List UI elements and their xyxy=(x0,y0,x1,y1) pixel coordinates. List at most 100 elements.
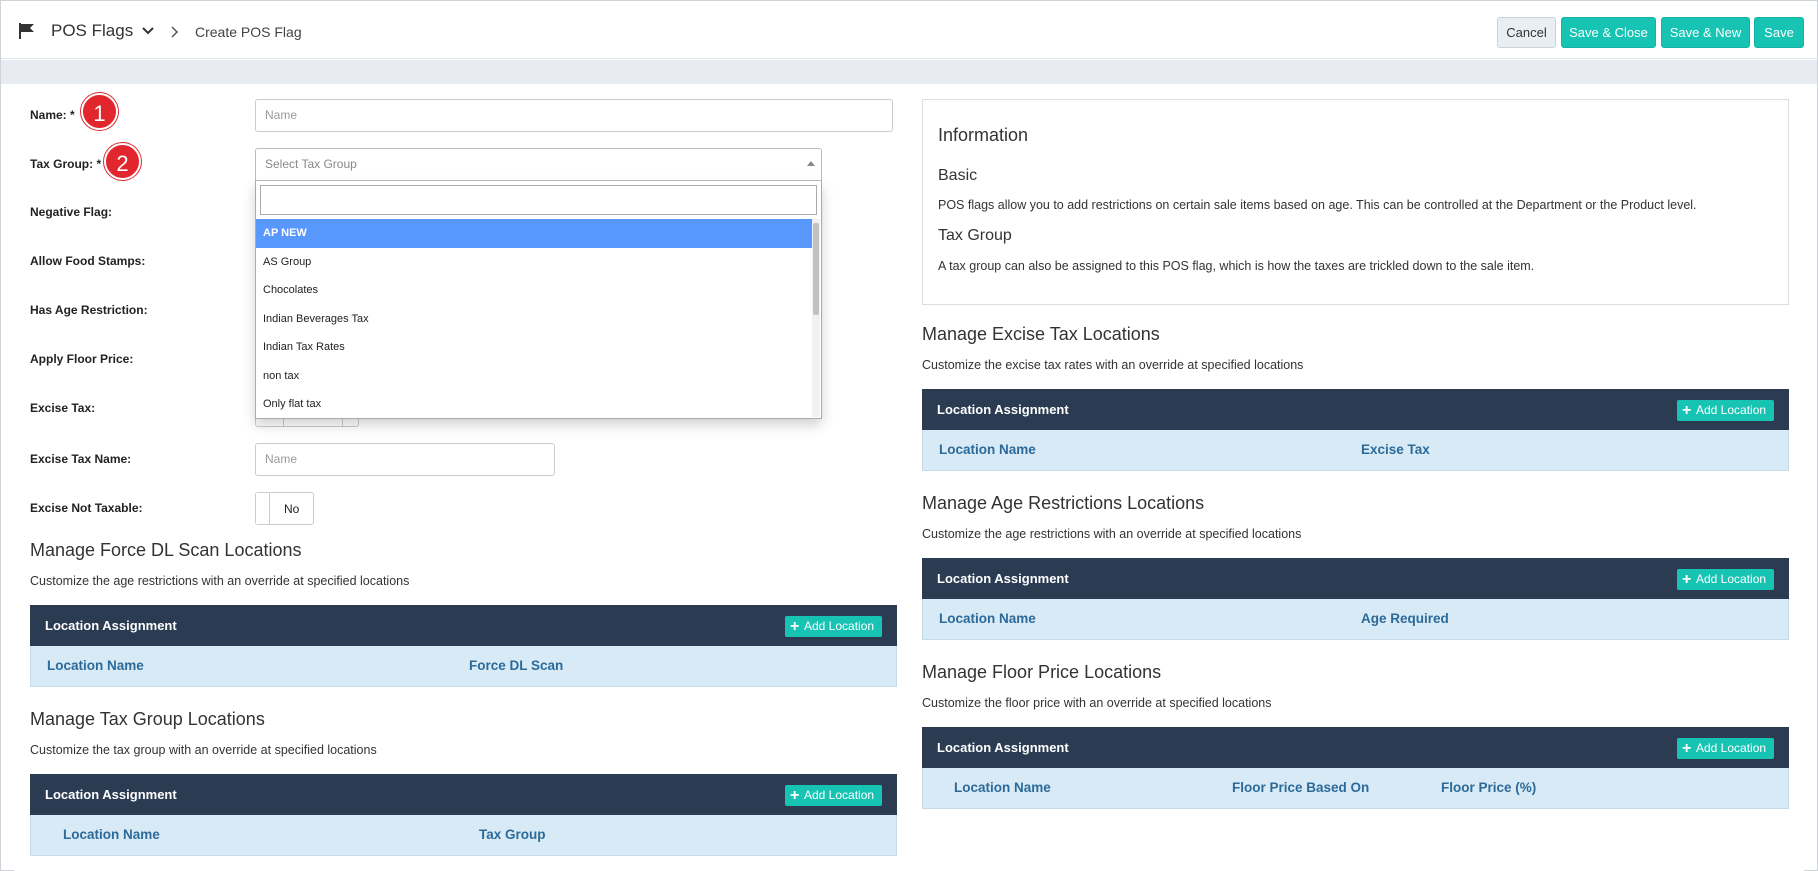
dropdown-option[interactable]: Indian Beverages Tax xyxy=(256,305,812,334)
save-close-button[interactable]: Save & Close xyxy=(1561,17,1656,48)
table-title: Location Assignment xyxy=(45,787,177,802)
name-field[interactable]: Name xyxy=(255,99,893,132)
tax-group-dropdown: AP NEW AS Group Chocolates Indian Bevera… xyxy=(255,181,822,419)
dropdown-options: AP NEW AS Group Chocolates Indian Bevera… xyxy=(256,219,812,419)
excise-not-taxable-toggle[interactable]: No xyxy=(255,492,314,525)
scrollbar-thumb[interactable] xyxy=(813,223,819,315)
add-location-button[interactable]: + Add Location xyxy=(1677,400,1774,421)
dropdown-option[interactable]: AS Group xyxy=(256,248,812,277)
table-column-row: Location Name Floor Price Based On Floor… xyxy=(922,768,1789,809)
table-column-row: Location Name Tax Group xyxy=(30,815,897,856)
info-heading: Information xyxy=(938,125,1029,145)
column-header[interactable]: Location Name xyxy=(954,780,1051,795)
info-basic-text: POS flags allow you to add restrictions … xyxy=(938,198,1697,212)
add-location-button[interactable]: + Add Location xyxy=(1677,569,1774,590)
dropdown-option[interactable]: non tax xyxy=(256,362,812,391)
information-panel: Information Basic POS flags allow you to… xyxy=(922,99,1789,305)
app-title[interactable]: POS Flags xyxy=(51,21,133,41)
breadcrumb: Create POS Flag xyxy=(195,24,302,40)
info-tax-title: Tax Group xyxy=(938,227,1012,244)
section-subtitle-force-dl: Customize the age restrictions with an o… xyxy=(30,574,410,588)
force-dl-table: Location Assignment + Add Location Locati… xyxy=(30,605,897,687)
section-title-tax-group: Manage Tax Group Locations xyxy=(30,709,265,729)
toggle-value: No xyxy=(284,502,300,516)
section-subtitle-age-restrictions: Customize the age restrictions with an o… xyxy=(922,527,1302,541)
save-button[interactable]: Save xyxy=(1754,17,1804,48)
step-badge-2: 2 xyxy=(104,143,141,180)
dropdown-option[interactable]: Indian Tax Rates xyxy=(256,333,812,362)
info-basic-title: Basic xyxy=(938,167,978,184)
plus-icon: + xyxy=(790,787,800,804)
column-header[interactable]: Location Name xyxy=(939,442,1036,457)
table-header: Location Assignment + Add Location xyxy=(922,727,1789,768)
section-title-force-dl: Manage Force DL Scan Locations xyxy=(30,540,302,560)
age-restrictions-table: Location Assignment + Add Location Locati… xyxy=(922,558,1789,640)
section-subtitle-floor-price: Customize the floor price with an overri… xyxy=(922,696,1272,710)
table-header: Location Assignment + Add Location xyxy=(922,389,1789,430)
column-header[interactable]: Excise Tax xyxy=(1361,442,1430,457)
dropdown-option[interactable]: Only flat tax xyxy=(256,390,812,419)
section-title-age-restrictions: Manage Age Restrictions Locations xyxy=(922,493,1205,513)
column-header[interactable]: Location Name xyxy=(63,827,160,842)
chevron-down-icon[interactable] xyxy=(142,27,154,35)
save-new-button[interactable]: Save & New xyxy=(1661,17,1750,48)
name-label: Name: * xyxy=(30,108,75,122)
section-title-floor-price: Manage Floor Price Locations xyxy=(922,662,1162,682)
tax-group-table: Location Assignment + Add Location Locati… xyxy=(30,774,897,856)
add-location-label: Add Location xyxy=(804,619,875,633)
table-column-row: Location Name Age Required xyxy=(922,599,1789,640)
step-badge-1: 1 xyxy=(81,93,118,130)
food-stamps-label: Allow Food Stamps: xyxy=(30,254,146,268)
table-header: Location Assignment + Add Location xyxy=(30,605,897,646)
table-column-row: Location Name Force DL Scan xyxy=(30,646,897,687)
add-location-label: Add Location xyxy=(1696,403,1767,417)
info-tax-text: A tax group can also be assigned to this… xyxy=(938,259,1535,273)
tax-group-select-value: Select Tax Group xyxy=(265,157,357,171)
table-header: Location Assignment + Add Location xyxy=(30,774,897,815)
floor-price-table: Location Assignment + Add Location Locati… xyxy=(922,727,1789,809)
dropdown-search-input[interactable] xyxy=(260,185,817,215)
column-header[interactable]: Tax Group xyxy=(479,827,546,842)
table-title: Location Assignment xyxy=(937,740,1069,755)
section-title-excise-tax: Manage Excise Tax Locations xyxy=(922,324,1160,344)
column-header[interactable]: Force DL Scan xyxy=(469,658,563,673)
excise-not-taxable-label: Excise Not Taxable: xyxy=(30,501,143,515)
plus-icon: + xyxy=(790,618,800,635)
add-location-label: Add Location xyxy=(1696,572,1767,586)
negative-flag-label: Negative Flag: xyxy=(30,205,113,219)
chevron-right-icon xyxy=(171,26,179,38)
excise-tax-label: Excise Tax: xyxy=(30,401,96,415)
dropdown-option[interactable]: AP NEW xyxy=(256,219,812,248)
table-title: Location Assignment xyxy=(45,618,177,633)
tax-group-select[interactable]: Select Tax Group xyxy=(255,148,822,181)
add-location-label: Add Location xyxy=(804,788,875,802)
add-location-button[interactable]: + Add Location xyxy=(785,616,882,637)
cancel-button[interactable]: Cancel xyxy=(1497,17,1556,48)
dropdown-option[interactable]: Chocolates xyxy=(256,276,812,305)
plus-icon: + xyxy=(1682,402,1692,419)
column-header[interactable]: Location Name xyxy=(939,611,1036,626)
section-subtitle-excise-tax: Customize the excise tax rates with an o… xyxy=(922,358,1304,372)
add-location-label: Add Location xyxy=(1696,741,1767,755)
excise-tax-stepper[interactable] xyxy=(255,419,359,427)
table-column-row: Location Name Excise Tax xyxy=(922,430,1789,471)
add-location-button[interactable]: + Add Location xyxy=(785,785,882,806)
section-subtitle-tax-group: Customize the tax group with an override… xyxy=(30,743,377,757)
flag-icon xyxy=(19,23,34,39)
tax-group-label: Tax Group: * xyxy=(30,157,102,171)
column-header[interactable]: Age Required xyxy=(1361,611,1449,626)
add-location-button[interactable]: + Add Location xyxy=(1677,738,1774,759)
excise-tax-name-field[interactable]: Name xyxy=(255,443,555,476)
header-band xyxy=(1,60,1817,84)
column-header[interactable]: Floor Price (%) xyxy=(1441,780,1536,795)
plus-icon: + xyxy=(1682,740,1692,757)
excise-tax-table: Location Assignment + Add Location Locati… xyxy=(922,389,1789,471)
dropdown-scrollbar[interactable] xyxy=(812,219,820,417)
toggle-knob xyxy=(256,493,270,524)
excise-tax-name-label: Excise Tax Name: xyxy=(30,452,132,466)
table-title: Location Assignment xyxy=(937,402,1069,417)
column-header[interactable]: Location Name xyxy=(47,658,144,673)
top-bar: POS Flags Create POS Flag Cancel Save & … xyxy=(1,1,1817,59)
table-header: Location Assignment + Add Location xyxy=(922,558,1789,599)
column-header[interactable]: Floor Price Based On xyxy=(1232,780,1369,795)
